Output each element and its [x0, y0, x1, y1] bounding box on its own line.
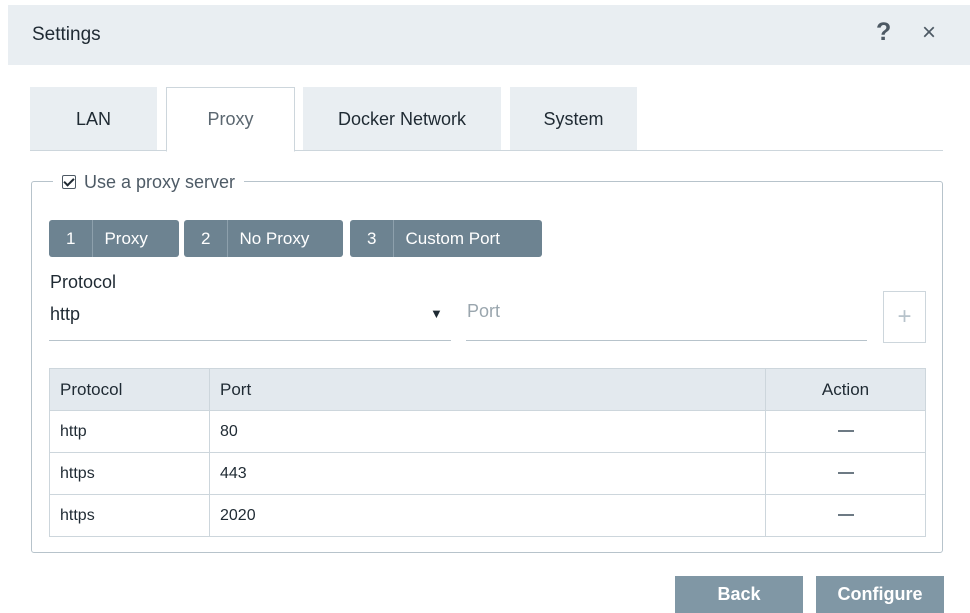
use-proxy-label: Use a proxy server	[84, 171, 236, 192]
use-proxy-toggle[interactable]: Use a proxy server	[53, 170, 245, 194]
protocol-select-value: http	[50, 304, 81, 324]
port-input[interactable]	[466, 297, 867, 341]
step-number: 2	[184, 220, 229, 257]
use-proxy-checkbox[interactable]	[62, 175, 76, 189]
cell-protocol: http	[49, 410, 210, 453]
table-header-row: Protocol Port Action	[49, 368, 926, 411]
help-icon[interactable]: ?	[876, 18, 891, 47]
minus-icon[interactable]	[837, 430, 854, 433]
configure-button[interactable]: Configure	[816, 576, 944, 613]
chevron-down-icon: ▼	[430, 306, 443, 321]
step-number: 1	[49, 220, 94, 257]
step-label: Custom Port	[405, 228, 500, 248]
table-row: http 80	[49, 410, 926, 453]
dialog-titlebar: Settings ? ×	[8, 5, 970, 65]
dialog-title: Settings	[32, 24, 101, 45]
tab-lan[interactable]: LAN	[30, 87, 157, 151]
step-label: Proxy	[104, 228, 148, 248]
minus-icon[interactable]	[837, 472, 854, 475]
tab-system[interactable]: System	[510, 87, 637, 151]
step-label: No Proxy	[239, 228, 310, 248]
step-proxy-button[interactable]: 1 Proxy	[49, 220, 179, 257]
cell-port: 2020	[209, 494, 766, 537]
cell-protocol: https	[49, 494, 210, 537]
table-row: https 2020	[49, 494, 926, 537]
tab-docker-network[interactable]: Docker Network	[303, 87, 501, 151]
cell-action	[765, 410, 926, 453]
protocol-label: Protocol	[50, 272, 117, 292]
protocol-select[interactable]: http ▼	[49, 297, 451, 341]
custom-ports-table: Protocol Port Action http 80 https 443 h…	[49, 368, 926, 537]
column-header-port: Port	[209, 368, 766, 411]
close-icon[interactable]: ×	[922, 21, 936, 45]
cell-action	[765, 494, 926, 537]
cell-protocol: https	[49, 452, 210, 495]
table-row: https 443	[49, 452, 926, 495]
back-button[interactable]: Back	[675, 576, 803, 613]
step-custom-port-button[interactable]: 3 Custom Port	[350, 220, 542, 257]
minus-icon[interactable]	[837, 514, 854, 517]
column-header-action: Action	[765, 368, 926, 411]
step-no-proxy-button[interactable]: 2 No Proxy	[184, 220, 343, 257]
tab-proxy[interactable]: Proxy	[166, 87, 295, 152]
cell-action	[765, 452, 926, 495]
cell-port: 443	[209, 452, 766, 495]
add-port-button[interactable]: +	[883, 291, 926, 343]
cell-port: 80	[209, 410, 766, 453]
step-number: 3	[350, 220, 395, 257]
plus-icon: +	[897, 303, 912, 330]
column-header-protocol: Protocol	[49, 368, 210, 411]
